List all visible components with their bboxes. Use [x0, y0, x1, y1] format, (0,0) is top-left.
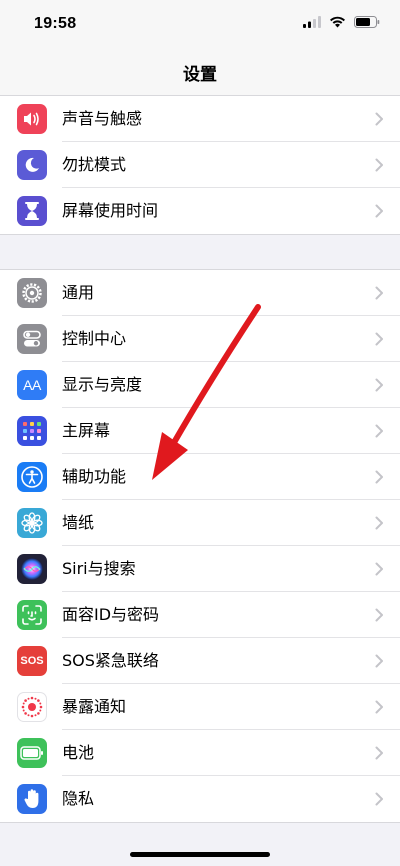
chevron-right-icon [375, 204, 383, 218]
chevron-right-icon [375, 700, 383, 714]
status-icons [303, 16, 380, 28]
row-label: 显示与亮度 [62, 375, 143, 394]
moon-icon [17, 150, 47, 180]
siri-icon [17, 554, 47, 584]
settings-group-2: 通用 控制中心 AA 显示与亮度 主屏幕 辅助功能 墙纸 Siri与搜索 面容I… [0, 269, 400, 823]
sos-icon: SOS [17, 646, 47, 676]
navigation-bar: 设置 [0, 50, 400, 96]
row-label: 通用 [62, 283, 95, 302]
row-label: 勿扰模式 [62, 155, 127, 174]
row-label: 隐私 [62, 789, 95, 808]
row-label: 辅助功能 [62, 467, 127, 486]
row-label: 主屏幕 [62, 421, 111, 440]
settings-row-battery[interactable]: 电池 [0, 730, 400, 776]
settings-row-display-brightness[interactable]: AA 显示与亮度 [0, 362, 400, 408]
chevron-right-icon [375, 112, 383, 126]
battery-icon [17, 738, 47, 768]
status-bar: 19:58 [0, 0, 400, 50]
accessibility-icon [17, 462, 47, 492]
settings-row-privacy[interactable]: 隐私 [0, 776, 400, 822]
settings-row-exposure-notifications[interactable]: 暴露通知 [0, 684, 400, 730]
text-size-icon-text: AA [23, 377, 41, 393]
battery-status-icon [354, 16, 380, 28]
face-id-icon [17, 600, 47, 630]
gear-icon [17, 278, 47, 308]
settings-row-accessibility[interactable]: 辅助功能 [0, 454, 400, 500]
app-grid-icon [17, 416, 47, 446]
settings-row-general[interactable]: 通用 [0, 270, 400, 316]
row-label: 控制中心 [62, 329, 127, 348]
chevron-right-icon [375, 608, 383, 622]
settings-row-siri-search[interactable]: Siri与搜索 [0, 546, 400, 592]
settings-row-wallpaper[interactable]: 墙纸 [0, 500, 400, 546]
cellular-signal-icon [303, 16, 321, 28]
row-label: 墙纸 [62, 513, 95, 532]
flower-icon [17, 508, 47, 538]
row-label: 声音与触感 [62, 109, 143, 128]
chevron-right-icon [375, 516, 383, 530]
settings-row-control-center[interactable]: 控制中心 [0, 316, 400, 362]
home-indicator[interactable] [130, 852, 270, 857]
chevron-right-icon [375, 158, 383, 172]
row-label: Siri与搜索 [62, 559, 136, 578]
status-time: 19:58 [34, 15, 77, 32]
chevron-right-icon [375, 562, 383, 576]
chevron-right-icon [375, 792, 383, 806]
row-label: 屏幕使用时间 [62, 201, 159, 220]
chevron-right-icon [375, 470, 383, 484]
settings-row-sounds[interactable]: 声音与触感 [0, 96, 400, 142]
page-title: 设置 [183, 65, 217, 85]
exposure-icon [17, 692, 47, 722]
settings-row-do-not-disturb[interactable]: 勿扰模式 [0, 142, 400, 188]
chevron-right-icon [375, 286, 383, 300]
speaker-icon [17, 104, 47, 134]
chevron-right-icon [375, 746, 383, 760]
chevron-right-icon [375, 424, 383, 438]
chevron-right-icon [375, 332, 383, 346]
row-label: 面容ID与密码 [62, 605, 160, 624]
sos-icon-text: SOS [20, 655, 44, 667]
chevron-right-icon [375, 378, 383, 392]
toggles-icon [17, 324, 47, 354]
settings-row-home-screen[interactable]: 主屏幕 [0, 408, 400, 454]
hand-icon [17, 784, 47, 814]
wifi-icon [330, 16, 345, 28]
settings-row-screen-time[interactable]: 屏幕使用时间 [0, 188, 400, 234]
settings-row-face-id-passcode[interactable]: 面容ID与密码 [0, 592, 400, 638]
row-label: SOS紧急联络 [62, 651, 159, 670]
settings-group-1: 声音与触感 勿扰模式 屏幕使用时间 [0, 95, 400, 235]
row-label: 电池 [62, 743, 95, 762]
settings-row-emergency-sos[interactable]: SOS SOS紧急联络 [0, 638, 400, 684]
chevron-right-icon [375, 654, 383, 668]
row-label: 暴露通知 [62, 697, 127, 716]
hourglass-icon [17, 196, 47, 226]
text-size-icon: AA [17, 370, 47, 400]
